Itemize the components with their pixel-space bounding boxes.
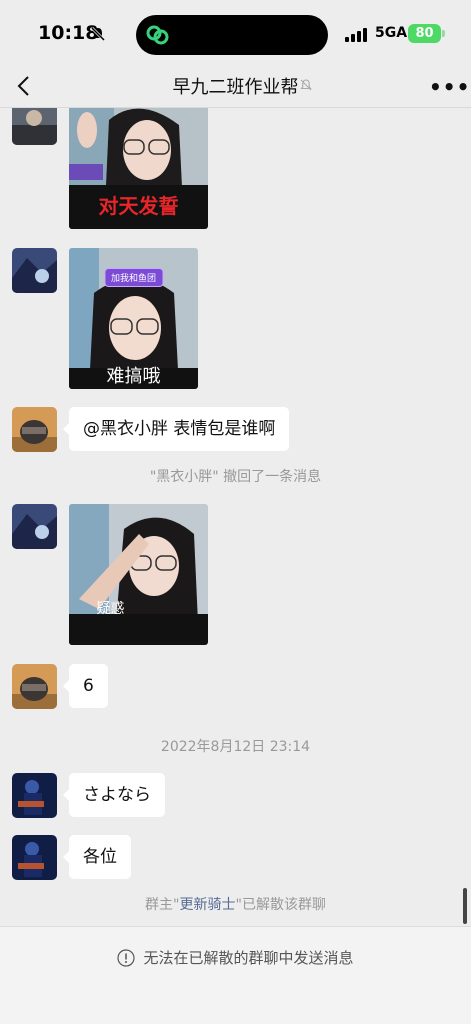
footer-notice-text: 无法在已解散的群聊中发送消息 — [143, 949, 354, 967]
sticker-image[interactable]: 疑惑 — [69, 504, 208, 645]
avatar[interactable] — [12, 407, 57, 452]
link-icon — [145, 23, 171, 51]
disband-prefix: 群主" — [145, 897, 180, 913]
scrollbar[interactable] — [463, 888, 467, 924]
chat-title: 早九二班作业帮 — [172, 77, 299, 98]
network-type: 5GA — [375, 25, 408, 41]
avatar[interactable] — [12, 773, 57, 818]
message-bubble[interactable]: さよなら — [63, 773, 165, 817]
message-bubble[interactable]: 各位 — [63, 835, 131, 879]
message-bubble[interactable]: @黑衣小胖 表情包是谁啊 — [62, 407, 290, 451]
message-list[interactable]: 对天发誓 加我和鱼团 难搞哦 @黑衣小胖 表情包是谁啊 "黑衣小胖" 撤回了一条… — [0, 108, 471, 926]
status-bar: 10:18 5GA 80 — [0, 0, 471, 64]
sticker-image[interactable]: 加我和鱼团 难搞哦 — [69, 248, 198, 389]
sticker-badge: 加我和鱼团 — [103, 268, 164, 287]
avatar[interactable] — [12, 504, 57, 549]
avatar[interactable] — [12, 835, 57, 880]
timestamp: 2022年8月12日 23:14 — [160, 739, 311, 755]
sticker-caption: 疑惑 — [96, 601, 125, 617]
battery-level: 80 — [408, 24, 441, 43]
footer-notice: 无法在已解散的群聊中发送消息 — [0, 947, 471, 971]
dynamic-island — [136, 15, 328, 55]
sticker-caption: 难搞哦 — [106, 366, 161, 387]
sticker-image[interactable]: 对天发誓 — [69, 108, 208, 229]
disband-suffix: "已解散该群聊 — [235, 897, 326, 913]
info-icon — [117, 949, 136, 971]
sticker-caption: 对天发誓 — [98, 194, 179, 218]
avatar[interactable] — [12, 664, 57, 709]
avatar[interactable] — [12, 248, 57, 293]
mute-bell-icon — [299, 77, 313, 96]
message-bubble[interactable]: 6 — [63, 664, 108, 708]
input-disabled-footer: 无法在已解散的群聊中发送消息 — [0, 926, 471, 1024]
more-options-icon[interactable]: ••• — [429, 75, 470, 99]
avatar[interactable] — [12, 108, 57, 145]
cellular-signal-icon — [345, 27, 369, 46]
owner-name-link[interactable]: 更新骑士 — [180, 897, 236, 913]
battery-tip — [442, 30, 445, 37]
bell-off-icon — [90, 26, 106, 46]
chat-header: 早九二班作业帮 ••• — [0, 64, 471, 108]
recall-notice: "黑衣小胖" 撤回了一条消息 — [149, 469, 322, 485]
disband-notice: 群主"更新骑士"已解散该群聊 — [0, 894, 471, 914]
